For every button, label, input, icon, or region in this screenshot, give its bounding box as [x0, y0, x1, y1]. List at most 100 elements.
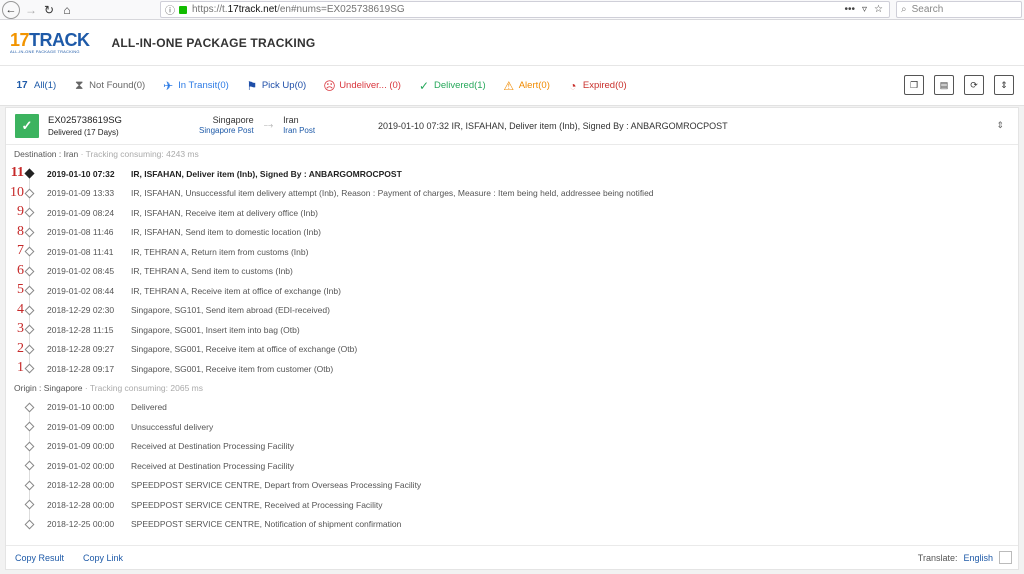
tracking-number: EX025738619SG [48, 114, 122, 126]
package-summary[interactable]: ✓ EX025738619SG Delivered (17 Days) Sing… [6, 108, 1018, 145]
delivery-status: Delivered (17 Days) [48, 128, 119, 138]
event-description: IR, TEHRAN A, Return item from customs (… [131, 246, 309, 257]
event-time: 2019-01-09 00:00 [47, 421, 115, 432]
info-icon[interactable]: ⓘ [165, 2, 175, 17]
tab-expired[interactable]: ◔ Expired(0) [567, 79, 626, 93]
event-description: Received at Destination Processing Facil… [131, 460, 294, 471]
home-icon[interactable]: ⌂ [58, 1, 76, 19]
event-number-annotation: 8 [17, 223, 24, 239]
timeline-diamond-icon [24, 480, 35, 490]
translate-checkbox[interactable] [999, 551, 1012, 564]
event-time: 2018-12-28 00:00 [47, 480, 115, 491]
event-description: Singapore, SG001, Receive item from cust… [131, 363, 334, 374]
status-tabs: 17 All(1) ⧗ Not Found(0) ✈ In Transit(0) ⚑ P… [0, 66, 1024, 106]
event-row: 2019-01-10 00:00 Delivered [6, 398, 1018, 418]
tab-alert[interactable]: ⚠ Alert(0) [503, 79, 550, 93]
timeline-diamond-icon [24, 324, 35, 335]
event-description: SPEEDPOST SERVICE CENTRE, Notification o… [131, 519, 402, 530]
page-actions-icon[interactable]: ••• [844, 4, 855, 15]
warning-icon: ⚠ [503, 78, 515, 93]
timeline-diamond-icon [24, 421, 35, 432]
forward-arrow-icon[interactable]: → [22, 1, 40, 19]
url-bar[interactable]: ⓘ https://t.17track.net/en#nums=EX025738… [160, 1, 890, 18]
refresh-icon[interactable]: ⟳ [964, 75, 984, 95]
event-row: 11 2019-01-10 07:32 IR, ISFAHAN, Deliver i… [6, 164, 1018, 184]
event-time: 2018-12-25 00:00 [47, 519, 115, 530]
origin-section-label: Origin : Singapore · Tracking consuming:… [14, 382, 203, 393]
event-row: 10 2019-01-09 13:33 IR, ISFAHAN, Unsuccess… [6, 184, 1018, 204]
timeline-diamond-icon [24, 402, 35, 412]
tab-all[interactable]: 17 All(1) [14, 80, 56, 91]
event-description: Delivered [131, 402, 167, 413]
search-input[interactable]: ⌕ Search [896, 1, 1022, 18]
tab-pick-up[interactable]: ⚑ Pick Up(0) [246, 79, 306, 93]
event-time: 2018-12-28 11:15 [47, 324, 114, 335]
reload-icon[interactable]: ↻ [40, 1, 58, 19]
event-number-annotation: 1 [17, 360, 24, 375]
event-time: 2019-01-02 08:45 [47, 266, 115, 277]
event-row: 1 2018-12-28 09:17 Singapore, SG001, Recei… [6, 359, 1018, 379]
destination-carrier-link[interactable]: Iran Post [283, 126, 315, 137]
event-time: 2018-12-28 09:27 [47, 344, 115, 355]
event-row: 5 2019-01-02 08:44 IR, TEHRAN A, Receive i… [6, 281, 1018, 301]
hourglass-icon: ⧗ [74, 78, 84, 92]
event-time: 2019-01-02 00:00 [47, 460, 115, 471]
event-time: 2019-01-08 11:41 [47, 246, 114, 257]
collapse-icon[interactable]: ⇕ [996, 120, 1004, 131]
timeline-diamond-icon [24, 188, 35, 198]
copy-link-link[interactable]: Copy Link [83, 553, 123, 563]
destination-events: 11 2019-01-10 07:32 IR, ISFAHAN, Deliver i… [6, 164, 1018, 379]
event-time: 2019-01-09 00:00 [47, 441, 115, 452]
timeline-diamond-icon [24, 441, 35, 451]
17-logo-icon: 17 [16, 80, 28, 91]
event-time: 2018-12-28 09:17 [47, 363, 115, 374]
event-row: 7 2019-01-08 11:41 IR, TEHRAN A, Return it… [6, 242, 1018, 262]
event-row: 6 2019-01-02 08:45 IR, TEHRAN A, Send item… [6, 262, 1018, 282]
bookmark-star-icon[interactable]: ☆ [874, 4, 883, 15]
event-time: 2019-01-09 08:24 [47, 207, 115, 218]
event-number-annotation: 7 [17, 243, 24, 258]
expand-collapse-icon[interactable]: ⇕ [994, 75, 1014, 95]
timeline-diamond-icon [24, 499, 35, 510]
package-card: ✓ EX025738619SG Delivered (17 Days) Sing… [5, 107, 1019, 570]
timeline-diamond-icon [24, 519, 35, 529]
event-time: 2019-01-08 11:46 [47, 227, 114, 238]
timeline-diamond-icon [24, 227, 35, 237]
copy-result-link[interactable]: Copy Result [15, 553, 64, 563]
event-time: 2018-12-28 00:00 [47, 499, 115, 510]
logo[interactable]: 17TRACK ALL-IN-ONE PACKAGE TRACKING [10, 31, 90, 54]
tab-delivered[interactable]: ✓ Delivered(1) [418, 79, 486, 93]
lock-icon[interactable] [179, 5, 187, 14]
event-time: 2019-01-02 08:44 [47, 285, 115, 296]
timeline-diamond-icon [24, 266, 35, 276]
timeline-diamond-icon [24, 246, 35, 257]
origin-carrier-link[interactable]: Singapore Post [199, 126, 254, 137]
event-number-annotation: 11 [10, 165, 24, 180]
event-row: 2018-12-28 00:00 SPEEDPOST SERVICE CENTRE… [6, 495, 1018, 515]
url-text[interactable]: https://t.17track.net/en#nums=EX02573861… [192, 4, 405, 15]
event-time: 2019-01-09 13:33 [47, 188, 115, 199]
event-number-annotation: 5 [17, 282, 24, 297]
back-arrow-icon[interactable]: ← [2, 0, 20, 19]
clipboard-icon[interactable]: ▤ [934, 75, 954, 95]
event-row: 2019-01-09 00:00 Received at Destination … [6, 437, 1018, 457]
timeline-diamond-icon [24, 305, 35, 315]
event-time: 2019-01-10 07:32 [47, 168, 115, 179]
timeline-diamond-icon [24, 207, 35, 218]
copy-icon[interactable]: ❐ [904, 75, 924, 95]
event-description: Received at Destination Processing Facil… [131, 441, 294, 452]
timeline-diamond-icon [24, 460, 35, 471]
check-icon: ✓ [418, 78, 429, 93]
plane-icon: ✈ [163, 78, 174, 93]
tab-in-transit[interactable]: ✈ In Transit(0) [162, 79, 229, 93]
timeline-diamond-icon [24, 344, 35, 354]
tab-undelivered[interactable]: ☹ Undeliver... (0) [323, 79, 401, 93]
tab-not-found[interactable]: ⧗ Not Found(0) [73, 78, 145, 93]
language-select[interactable]: English [963, 553, 993, 563]
event-number-annotation: 10 [10, 184, 24, 200]
latest-event: 2019-01-10 07:32 IR, ISFAHAN, Deliver it… [378, 121, 728, 131]
pocket-icon[interactable]: ▿ [862, 4, 867, 15]
event-time: 2019-01-10 00:00 [47, 402, 115, 413]
event-description: Unsuccessful delivery [131, 421, 214, 432]
event-description: Singapore, SG101, Send item abroad (EDI-… [131, 305, 330, 316]
